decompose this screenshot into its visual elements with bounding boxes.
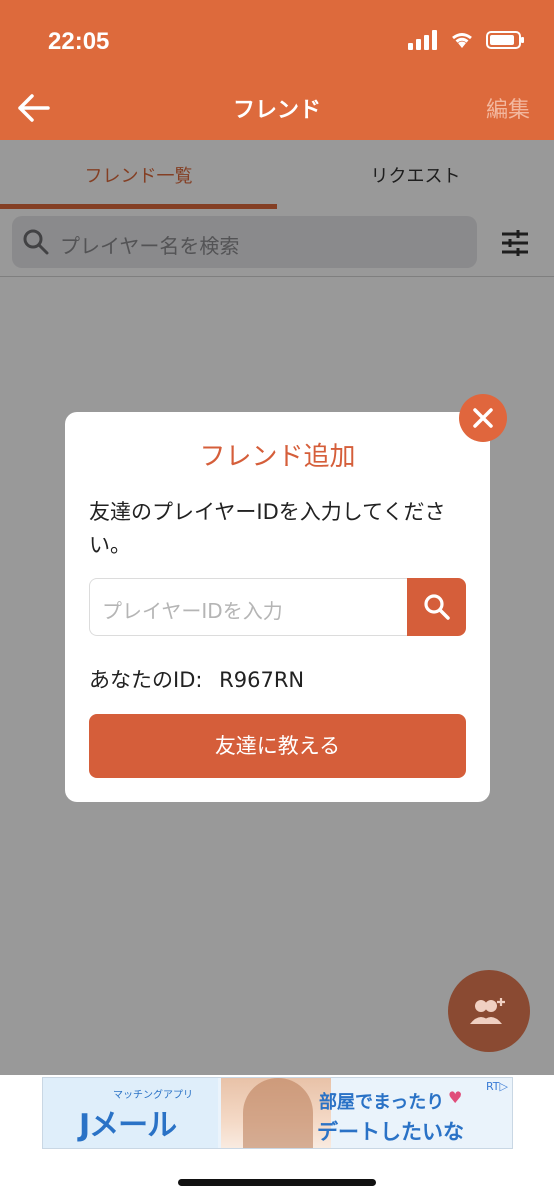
ad-headline-2: デートしたいな xyxy=(317,1120,464,1144)
ad-photo-figure xyxy=(243,1078,313,1148)
search-icon xyxy=(423,594,450,620)
wifi-icon xyxy=(452,33,472,48)
battery-icon xyxy=(486,31,524,49)
add-friend-fab[interactable] xyxy=(448,970,530,1052)
close-dialog-button[interactable] xyxy=(459,394,507,442)
status-icons xyxy=(408,30,526,50)
signal-icon xyxy=(408,30,437,50)
status-bar: 22:05 xyxy=(0,0,554,80)
status-time: 22:05 xyxy=(48,28,110,55)
ad-banner[interactable]: マッチングアプリ Jメール 部屋でまったり ♥ デートしたいな RT▷ xyxy=(42,1077,513,1149)
dialog-description: 友達のプレイヤーIDを入力してください。 xyxy=(89,500,446,557)
navigation-bar: フレンド 編集 xyxy=(0,80,554,140)
page-title: フレンド xyxy=(232,98,321,123)
ad-brand-logo: Jメール xyxy=(79,1108,177,1143)
ad-choices-badge[interactable]: RT▷ xyxy=(486,1080,508,1093)
your-id-value: R967RN xyxy=(219,668,305,692)
share-with-friends-button[interactable]: 友達に教える xyxy=(89,714,466,778)
ad-headline-1: 部屋でまったり xyxy=(319,1092,445,1113)
your-id-label: あなたのID: xyxy=(89,668,203,692)
bottom-area: マッチングアプリ Jメール 部屋でまったり ♥ デートしたいな RT▷ xyxy=(0,1075,554,1199)
close-icon xyxy=(473,408,493,428)
dialog-title: フレンド追加 xyxy=(199,442,356,472)
home-indicator xyxy=(178,1179,376,1186)
edit-button[interactable]: 編集 xyxy=(486,92,530,124)
heart-icon: ♥ xyxy=(448,1088,463,1107)
player-id-input[interactable]: プレイヤーIDを入力 xyxy=(89,578,409,636)
add-friend-icon xyxy=(470,998,505,1024)
player-id-search-button[interactable] xyxy=(407,578,466,636)
add-friend-dialog: フレンド追加 友達のプレイヤーIDを入力してください。 プレイヤーIDを入力 あ… xyxy=(65,412,490,802)
player-id-placeholder: プレイヤーIDを入力 xyxy=(102,599,283,623)
your-id-row: あなたのID: R967RN xyxy=(89,664,304,694)
ad-brand-sub: マッチングアプリ xyxy=(113,1090,193,1101)
